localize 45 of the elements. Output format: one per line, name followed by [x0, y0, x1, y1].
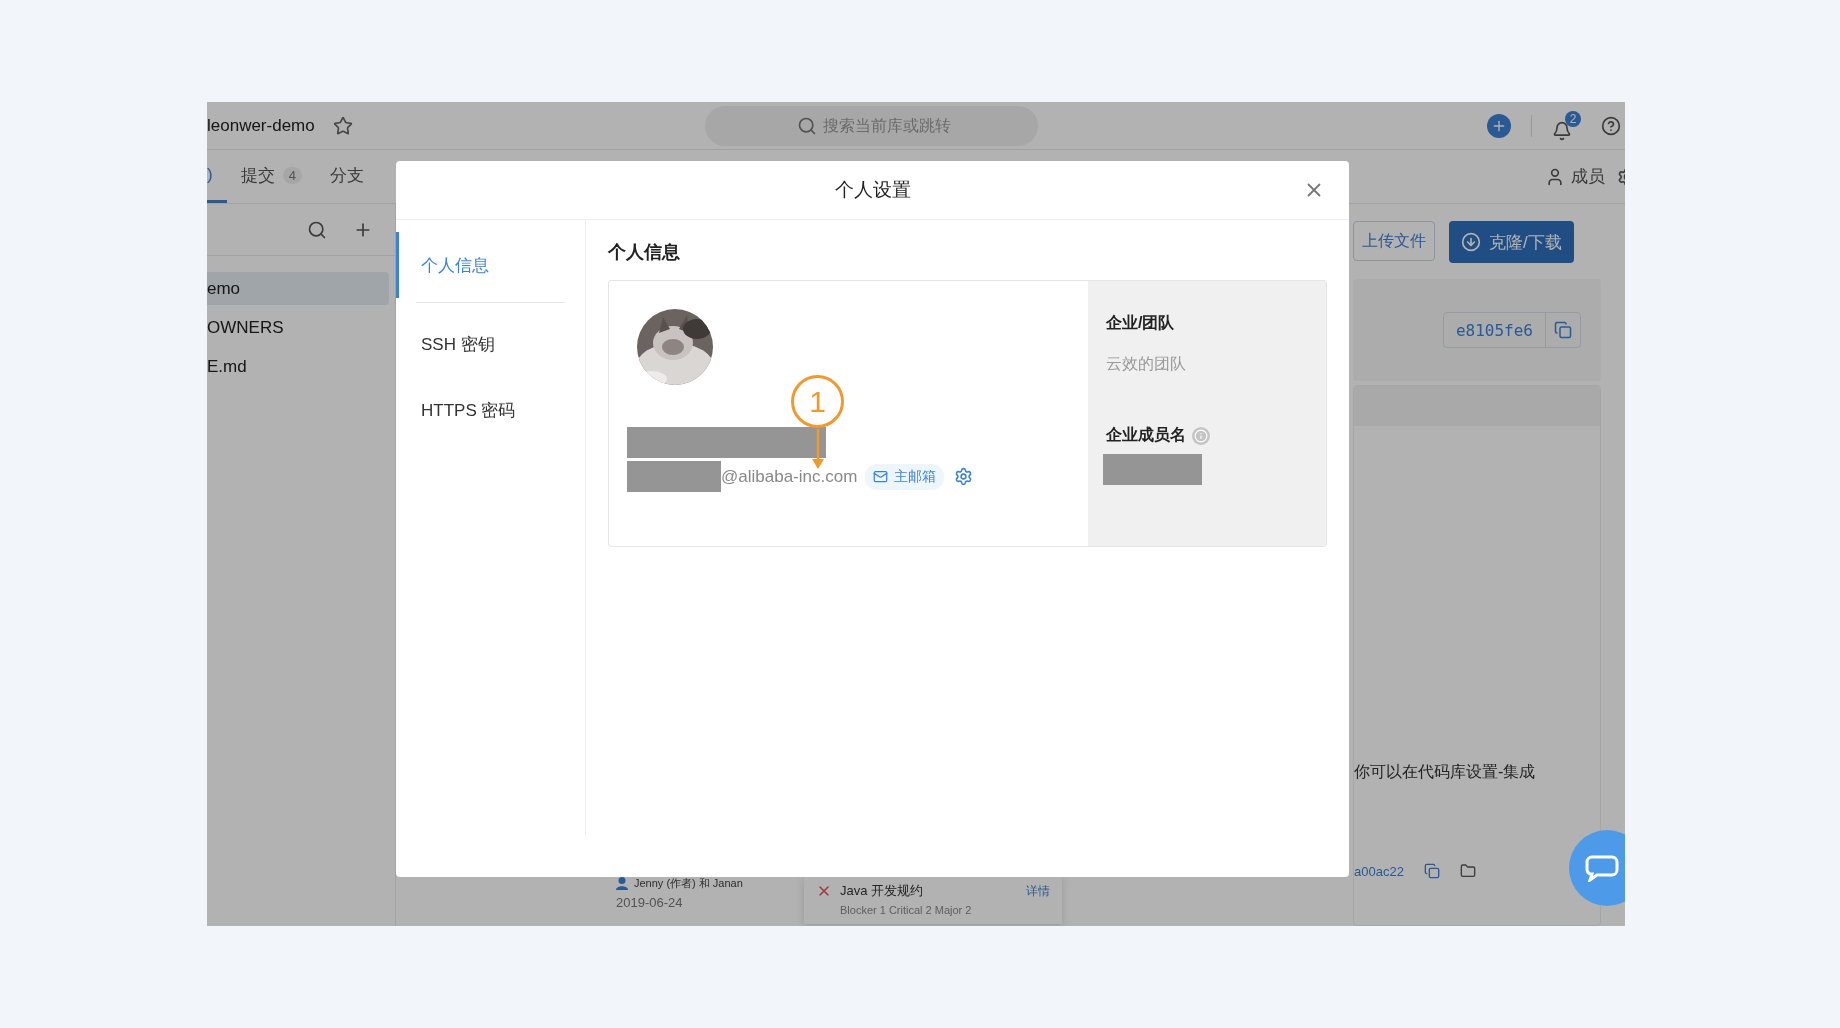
annotation-arrow	[811, 429, 825, 469]
file-item[interactable]: OWNERS	[207, 311, 389, 344]
email-domain: @alibaba-inc.com	[721, 466, 858, 487]
org-value: 云效的团队	[1106, 354, 1187, 374]
commit-authors: Jenny (作者) 和 Janan	[634, 876, 743, 891]
download-icon	[1461, 232, 1481, 252]
annotation-marker: 1	[791, 375, 844, 428]
chat-icon	[1585, 854, 1619, 882]
add-button[interactable]	[1487, 113, 1511, 138]
mail-icon	[873, 469, 889, 484]
tab[interactable]: 分支	[329, 150, 378, 203]
commit-date: 2019-06-24	[616, 895, 684, 910]
details-link[interactable]: 详情	[1026, 882, 1050, 900]
hint-text: 你可以在代码库设置-集成	[1354, 762, 1537, 782]
star-icon[interactable]	[332, 115, 353, 136]
user-icon	[616, 877, 628, 890]
search-icon[interactable]	[307, 219, 327, 240]
check-summary: Blocker 1 Critical 2 Major 2	[840, 904, 973, 916]
section-title: 个人信息	[608, 241, 681, 264]
member-name-label: 企业成员名	[1106, 425, 1186, 445]
folder-icon[interactable]	[1459, 863, 1476, 879]
file-item[interactable]: E.md	[207, 350, 389, 383]
tab[interactable]: )	[207, 150, 227, 203]
repo-name[interactable]: leonwer-demo	[207, 115, 315, 136]
tab-count: 4	[282, 166, 302, 184]
user-icon	[1545, 166, 1565, 187]
file-item[interactable]: emo	[207, 272, 389, 305]
search-icon	[797, 115, 817, 136]
nav-item[interactable]: 个人信息	[396, 232, 585, 298]
dialog-title: 个人设置	[834, 178, 911, 202]
search-field[interactable]: 搜索当前库或跳转	[705, 105, 1038, 146]
copy-icon[interactable]	[1423, 863, 1440, 879]
notification-count: 2	[1565, 110, 1581, 127]
settings-icon[interactable]	[954, 467, 974, 486]
check-title: Java 开发规约	[840, 882, 925, 900]
nav-item[interactable]: SSH 密钥	[396, 311, 585, 377]
org-label: 企业/团队	[1106, 313, 1176, 333]
primary-email-badge: 主邮箱	[865, 463, 945, 490]
help-icon[interactable]	[1601, 115, 1621, 136]
upload-button[interactable]: 上传文件	[1353, 221, 1435, 261]
nav-item[interactable]: HTTPS 密码	[396, 377, 585, 443]
clone-button[interactable]: 克隆/下载	[1449, 221, 1574, 263]
tab[interactable]: 提交 4	[240, 150, 316, 203]
members-button[interactable]: 成员	[1545, 150, 1617, 203]
commit-hash[interactable]: a00ac22	[1354, 863, 1404, 879]
